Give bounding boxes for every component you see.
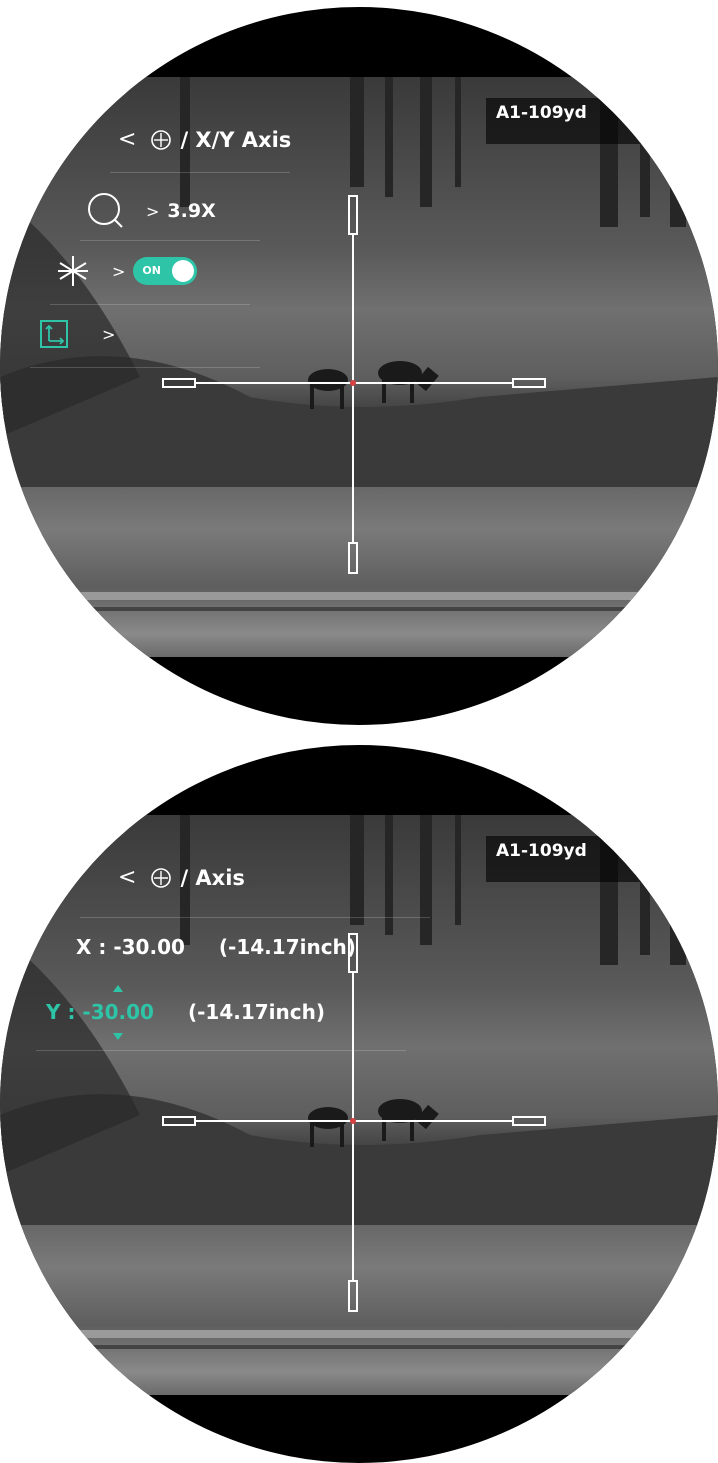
toggle-knob (172, 260, 195, 282)
menu-item-freeze[interactable]: > ON (56, 254, 198, 288)
x-axis-inch: (-14.17inch) (218, 935, 356, 959)
y-axis-inch: (-14.17inch) (187, 1000, 325, 1024)
back-chevron-icon[interactable]: < (118, 865, 136, 890)
xy-axis-icon (40, 320, 68, 348)
menu-title-row: < / Axis (118, 865, 245, 890)
divider (80, 240, 260, 241)
divider (30, 367, 260, 368)
chevron-right-icon: > (112, 261, 126, 281)
y-axis-row[interactable]: Y : -30.00 (-14.17inch) (46, 1000, 325, 1024)
increase-arrow-icon[interactable] (113, 985, 123, 992)
crosshair-icon (151, 867, 172, 888)
menu-title: / X/Y Axis (180, 127, 292, 152)
hud-overlay: A1-109yd < / X/Y Axis > 3.9X > ON > (0, 7, 718, 725)
toggle-state-label: ON (142, 264, 161, 277)
scope-view-axis-adjust: A1-109yd < / Axis X : -30.00 (-14.17inch)… (0, 745, 718, 1463)
freeze-toggle[interactable]: ON (133, 257, 198, 285)
divider (50, 304, 250, 305)
divider (80, 917, 430, 918)
snowflake-freeze-icon (58, 256, 88, 286)
menu-item-zoom[interactable]: > 3.9X (86, 191, 216, 231)
menu-item-xy-axis[interactable]: > (40, 320, 123, 348)
x-axis-value: X : -30.00 (76, 935, 185, 959)
decrease-arrow-icon[interactable] (113, 1033, 123, 1040)
range-badge: A1-109yd (486, 836, 718, 882)
divider (110, 172, 290, 173)
chevron-right-icon: > (102, 324, 116, 344)
chevron-right-icon: > (146, 201, 160, 221)
x-axis-row[interactable]: X : -30.00 (-14.17inch) (76, 935, 356, 959)
menu-title: / Axis (180, 865, 245, 890)
back-chevron-icon[interactable]: < (118, 127, 136, 152)
menu-title-row: < / X/Y Axis (118, 127, 291, 152)
y-axis-value: Y : -30.00 (46, 1000, 154, 1024)
zoom-magnifier-icon (88, 193, 123, 228)
crosshair-icon (151, 129, 172, 150)
range-badge: A1-109yd (486, 98, 718, 144)
scope-view-xy-axis-menu: A1-109yd < / X/Y Axis > 3.9X > ON > (0, 7, 718, 725)
zoom-value: 3.9X (167, 200, 216, 222)
hud-overlay: A1-109yd < / Axis X : -30.00 (-14.17inch)… (0, 745, 718, 1463)
divider (36, 1050, 406, 1051)
